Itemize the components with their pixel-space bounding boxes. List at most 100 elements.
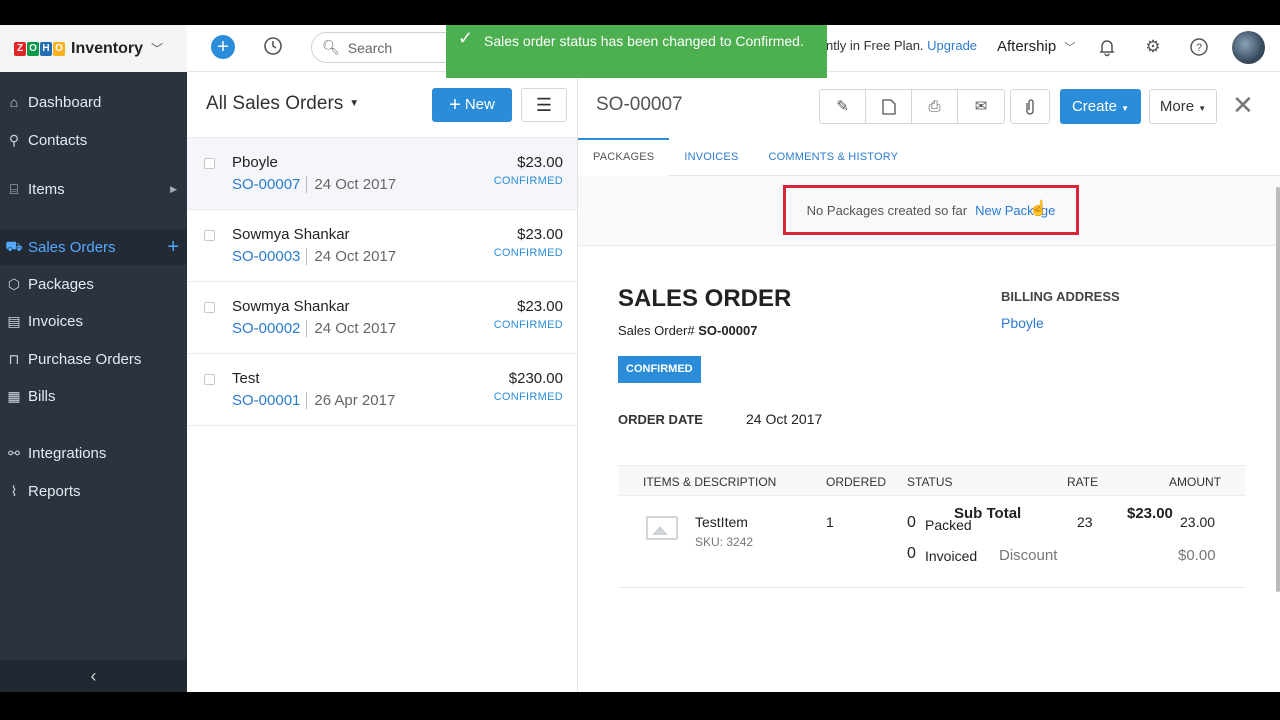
svg-text:?: ? [1196,42,1202,54]
billing-name-link[interactable]: Pboyle [1001,315,1044,331]
detail-tabs: PACKAGES INVOICES COMMENTS & HISTORY [578,138,1280,176]
sidebar-item-contacts[interactable]: ⚲ Contacts [0,122,187,158]
caret-down-icon: ▼ [1121,104,1130,113]
sidebar-item-items[interactable]: ⌸ Items ▶ [0,171,187,207]
list-view-selector[interactable]: All Sales Orders ▼ [206,93,359,115]
org-switcher[interactable]: Aftership ﹀ [997,38,1075,55]
sidebar-item-bills[interactable]: ▦ Bills [0,378,187,414]
so-reference: Sales Order# SO-00007 [618,323,758,338]
new-button[interactable]: + New [432,88,512,122]
app-switcher[interactable]: Z O H O Inventory ﹀ [0,25,187,72]
row-checkbox[interactable] [204,302,215,313]
list-item[interactable]: Sowmya Shankar SO-00002 24 Oct 2017 $23.00 C… [187,282,577,354]
billing-address-label: BILLING ADDRESS [1001,289,1120,304]
order-date: 26 Apr 2017 [314,392,396,409]
history-icon[interactable] [262,35,284,57]
chevron-down-icon: ﹀ [1064,42,1076,54]
collapse-sidebar-icon[interactable]: ‹ [0,660,187,692]
sidebar-item-invoices[interactable]: ▤ Invoices [0,303,187,339]
search-icon: 🔍︎ [322,39,340,55]
list-item[interactable]: Sowmya Shankar SO-00003 24 Oct 2017 $23.00 C… [187,210,577,282]
so-number-link[interactable]: SO-00002 [232,320,308,337]
help-icon[interactable]: ? [1189,37,1209,57]
customer-name: Sowmya Shankar [232,298,350,315]
so-number: SO-00007 [596,94,683,115]
create-button[interactable]: Create ▼ [1060,89,1141,124]
more-button[interactable]: More ▼ [1149,89,1217,124]
hamburger-icon: ☰ [535,94,553,115]
row-checkbox[interactable] [204,230,215,241]
tab-packages[interactable]: PACKAGES [578,138,670,176]
order-amount: $230.00 [508,370,563,387]
ordered-qty: 1 [826,514,834,530]
toast-message: Sales order status has been changed to C… [484,33,804,49]
status-badge: CONFIRMED [493,175,563,187]
caret-down-icon: ▼ [349,98,360,110]
search-placeholder: Search [347,39,393,56]
invoiced-count: 0 [907,545,916,562]
list-menu-button[interactable]: ☰ [521,88,567,122]
sidebar-item-reports[interactable]: ⌇ Reports [0,473,187,509]
chevron-down-icon: ﹀ [151,42,164,56]
list-header: All Sales Orders ▼ + New ☰ [187,72,577,138]
home-icon: ⌂ [9,94,19,110]
so-number-link[interactable]: SO-00007 [232,176,308,193]
chart-icon: ⌇ [10,482,18,499]
table-header: ITEMS & DESCRIPTION ORDERED STATUS RATE … [618,465,1245,496]
person-icon: ⚲ [8,131,20,148]
bill-icon: ▦ [7,387,21,404]
package-icon: ⬡ [7,275,21,292]
so-number-link[interactable]: SO-00001 [232,392,308,409]
pdf-icon[interactable] [866,90,912,123]
order-date: 24 Oct 2017 [314,248,397,265]
gear-icon[interactable]: ⚙ [1143,37,1163,57]
list-item[interactable]: Pboyle SO-00007 24 Oct 2017 $23.00 CONFIRMED [187,138,577,210]
edit-icon[interactable]: ✎ [820,90,866,123]
tab-comments-history[interactable]: COMMENTS & HISTORY [753,138,913,176]
add-sales-order-icon[interactable]: + [167,236,179,259]
status-badge: CONFIRMED [493,247,563,259]
item-sku: SKU: 3242 [695,535,754,549]
discount-value: $0.00 [1178,547,1216,564]
row-checkbox[interactable] [204,158,215,169]
chevron-right-icon: ▶ [170,183,177,194]
tab-invoices[interactable]: INVOICES [669,138,753,176]
scrollbar[interactable] [1276,187,1280,592]
row-checkbox[interactable] [204,374,215,385]
status-badge: CONFIRMED [493,391,563,403]
status-badge: CONFIRMED [618,356,701,383]
plus-icon: + [449,93,461,116]
email-icon[interactable]: ✉ [958,90,1004,123]
document-title: SALES ORDER [618,285,792,312]
add-icon[interactable]: + [211,35,235,59]
plan-notice: ntly in Free Plan. Upgrade [826,38,978,53]
sidebar: ⌂ Dashboard ⚲ Contacts ⌸ Items ▶ ⛟ Sales Ord… [0,72,187,692]
app-window: Z O H O Inventory ﹀ + 🔍︎ Search ntly in … [0,25,1280,692]
attachment-icon[interactable] [1010,89,1050,124]
packages-panel: No Packages created so far New Package [578,176,1280,246]
bell-icon[interactable] [1097,37,1117,57]
item-name: TestItem [695,514,748,530]
sidebar-item-purchase-orders[interactable]: ⊓ Purchase Orders [0,341,187,377]
sidebar-item-dashboard[interactable]: ⌂ Dashboard [0,84,187,120]
sales-order-document: SALES ORDER Sales Order# SO-00007 CONFIR… [578,247,1280,692]
cart-icon: ⛟ [5,237,23,254]
sidebar-item-packages[interactable]: ⬡ Packages [0,266,187,302]
customer-name: Sowmya Shankar [232,226,350,243]
print-icon[interactable]: ⎙ [912,90,958,123]
sidebar-item-integrations[interactable]: ⚯ Integrations [0,435,187,471]
list-item[interactable]: Test SO-00001 26 Apr 2017 $230.00 CONFIRMED [187,354,577,426]
subtotal-value: $23.00 [1127,505,1173,522]
so-number-link[interactable]: SO-00003 [232,248,308,265]
avatar[interactable] [1232,31,1265,64]
order-date: 24 Oct 2017 [314,176,397,193]
hand-cursor-icon: ☝ [1029,200,1048,217]
order-meta: SO-00001 26 Apr 2017 [232,392,395,409]
status-badge: CONFIRMED [493,319,563,331]
toolbar: ✎ ⎙ ✉ [819,89,1005,124]
sidebar-item-sales-orders[interactable]: ⛟ Sales Orders + [0,229,187,265]
customer-name: Test [232,370,260,387]
close-icon[interactable]: ✕ [1232,92,1254,118]
upgrade-link[interactable]: Upgrade [927,38,977,53]
order-date: 24 Oct 2017 [314,320,397,337]
